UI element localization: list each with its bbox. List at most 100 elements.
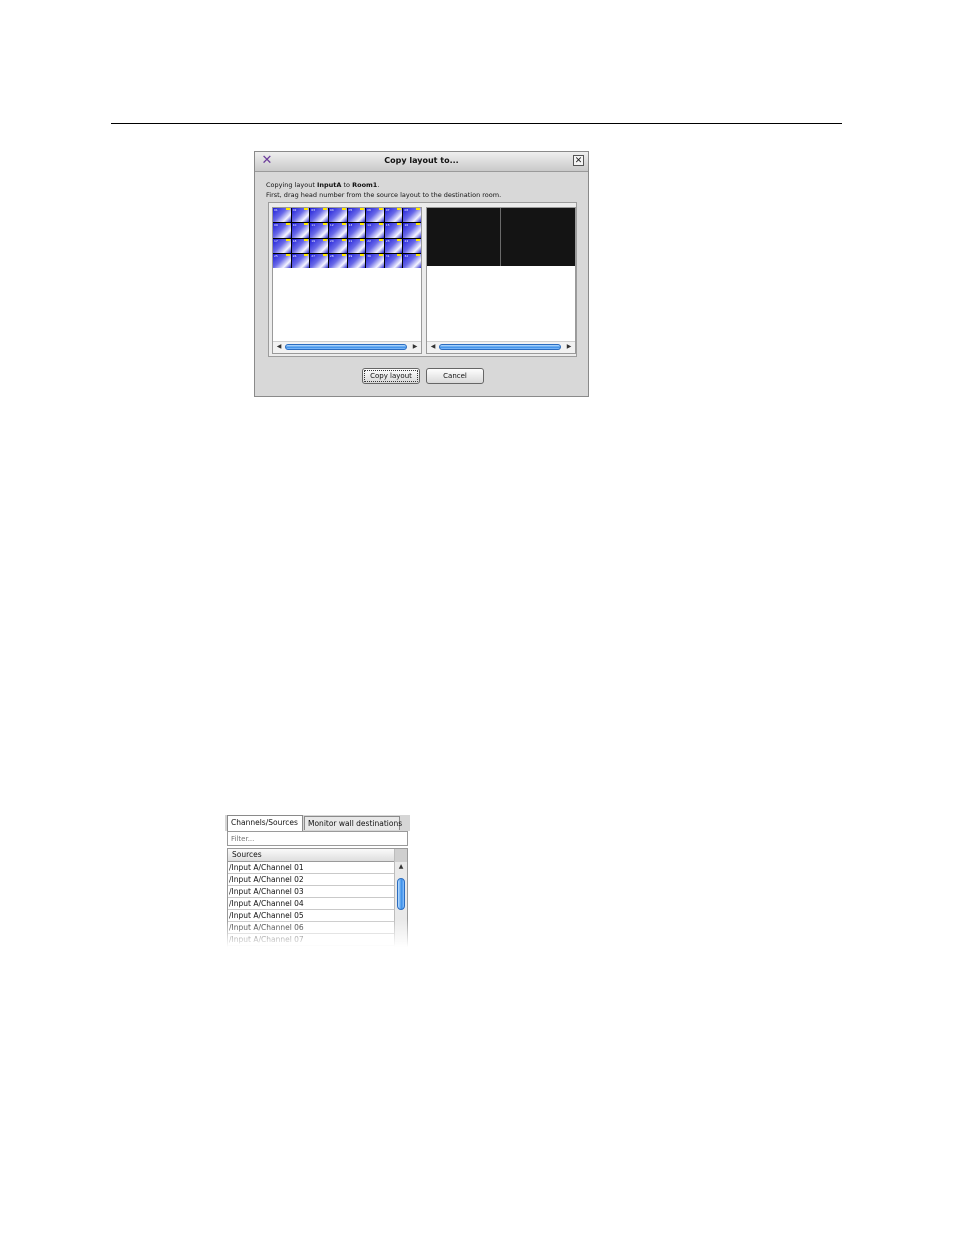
scroll-right-icon[interactable]: ▶ — [565, 343, 573, 351]
dialog-titlebar[interactable]: ✕ Copy layout to... ✕ — [255, 152, 588, 172]
scroll-up-icon[interactable]: ▲ — [397, 863, 405, 871]
room-name: Room1 — [352, 181, 378, 189]
list-item[interactable]: /Input A/Channel 06 — [228, 922, 394, 934]
filter-input[interactable] — [227, 831, 408, 846]
layout-tile[interactable]: 05 — [347, 208, 366, 223]
tile-marker-icon — [360, 208, 365, 210]
scroll-thumb[interactable] — [397, 878, 405, 910]
layout-tile[interactable]: 17 — [273, 238, 291, 253]
tile-head-number: 24 — [404, 238, 409, 243]
scroll-thumb[interactable] — [285, 344, 407, 350]
tile-head-number: 11 — [311, 223, 316, 228]
tile-head-number: 26 — [292, 253, 297, 258]
tile-marker-icon — [341, 253, 346, 256]
destination-room-pane[interactable]: ◀ ▶ — [426, 207, 576, 354]
tile-head-number: 22 — [367, 238, 371, 243]
copy-message: Copying layout InputA to Room1. — [266, 181, 380, 189]
layout-tile[interactable]: 12 — [328, 223, 347, 238]
list-item[interactable]: /Input A/Channel 07 — [228, 934, 394, 946]
tile-marker-icon — [397, 208, 402, 210]
vertical-scrollbar[interactable]: ▲ — [394, 849, 407, 947]
tile-marker-icon — [416, 238, 420, 241]
layout-tile[interactable]: 11 — [310, 223, 328, 238]
tile-head-number: 18 — [292, 238, 297, 243]
tile-head-number: 01 — [274, 208, 278, 212]
sources-list[interactable]: Sources /Input A/Channel 01 /Input A/Cha… — [227, 848, 408, 947]
tile-marker-icon — [322, 208, 327, 210]
copy-layout-button[interactable]: Copy layout — [362, 368, 420, 384]
layout-name: InputA — [316, 181, 342, 189]
tile-marker-icon — [341, 223, 346, 226]
tile-marker-icon — [322, 223, 327, 226]
tile-marker-icon — [322, 253, 327, 256]
layout-tile[interactable]: 26 — [291, 253, 310, 268]
layout-tile[interactable]: 27 — [310, 253, 328, 268]
layout-tile[interactable]: 09 — [273, 223, 291, 238]
source-layout-grid[interactable]: 01 02 03 04 05 06 07 08 09 10 11 12 13 14 15 16 17 18 19 20… — [273, 208, 421, 268]
source-layout-pane[interactable]: 01 02 03 04 05 06 07 08 09 10 11 12 13 14 15 16 17 18 19 20… — [272, 207, 422, 354]
monitor-divider — [500, 208, 501, 266]
tile-marker-icon — [285, 238, 290, 241]
list-item[interactable]: /Input A/Channel 01 — [228, 862, 394, 874]
tile-marker-icon — [360, 238, 365, 241]
layout-tile[interactable]: 08 — [403, 208, 421, 223]
destination-monitor-wall[interactable] — [427, 208, 575, 266]
scroll-thumb[interactable] — [439, 344, 561, 350]
layout-tile[interactable]: 25 — [273, 253, 291, 268]
scroll-right-icon[interactable]: ▶ — [411, 343, 419, 351]
scroll-left-icon[interactable]: ◀ — [275, 343, 283, 351]
tile-head-number: 19 — [311, 238, 316, 243]
list-item[interactable]: /Input A/Channel 05 — [228, 910, 394, 922]
layout-tile[interactable]: 07 — [384, 208, 403, 223]
layout-tile[interactable]: 18 — [291, 238, 310, 253]
tab-monitor-wall-destinations[interactable]: Monitor wall destinations — [304, 816, 402, 830]
layout-tile[interactable]: 03 — [310, 208, 328, 223]
layout-tile[interactable]: 06 — [366, 208, 384, 223]
tab-bar: Channels/Sources Monitor wall destinatio… — [225, 815, 410, 831]
tab-channels-sources[interactable]: Channels/Sources — [227, 815, 303, 831]
tile-marker-icon — [322, 238, 327, 241]
tile-head-number: 27 — [311, 253, 316, 258]
layout-tile[interactable]: 14 — [366, 223, 384, 238]
sources-column-header[interactable]: Sources — [228, 849, 394, 862]
layout-tile[interactable]: 31 — [384, 253, 403, 268]
layout-tile[interactable]: 22 — [366, 238, 384, 253]
layout-tile[interactable]: 16 — [403, 223, 421, 238]
instruction-text: First, drag head number from the source … — [266, 191, 502, 199]
sources-panel: Channels/Sources Monitor wall destinatio… — [225, 815, 410, 947]
layout-tile[interactable]: 30 — [366, 253, 384, 268]
layout-tile[interactable]: 01 — [273, 208, 291, 223]
list-item[interactable]: /Input A/Channel 03 — [228, 886, 394, 898]
tile-head-number: 28 — [329, 253, 334, 258]
layout-tile[interactable]: 13 — [347, 223, 366, 238]
close-icon[interactable]: ✕ — [573, 155, 584, 166]
tile-marker-icon — [304, 238, 309, 241]
tile-head-number: 32 — [404, 253, 409, 258]
tile-head-number: 06 — [367, 208, 371, 212]
destination-horizontal-scrollbar[interactable]: ◀ ▶ — [427, 341, 575, 353]
layout-tile[interactable]: 32 — [403, 253, 421, 268]
layout-tile[interactable]: 04 — [328, 208, 347, 223]
layout-tile[interactable]: 02 — [291, 208, 310, 223]
layout-tile[interactable]: 24 — [403, 238, 421, 253]
layout-tile[interactable]: 19 — [310, 238, 328, 253]
layout-tile[interactable]: 23 — [384, 238, 403, 253]
layout-tile[interactable]: 20 — [328, 238, 347, 253]
layout-tile[interactable]: 21 — [347, 238, 366, 253]
tile-head-number: 14 — [367, 223, 371, 228]
layout-tile[interactable]: 10 — [291, 223, 310, 238]
source-horizontal-scrollbar[interactable]: ◀ ▶ — [273, 341, 421, 353]
list-item[interactable]: /Input A/Channel 02 — [228, 874, 394, 886]
layout-tile[interactable]: 15 — [384, 223, 403, 238]
tile-head-number: 03 — [311, 208, 316, 212]
scroll-left-icon[interactable]: ◀ — [429, 343, 437, 351]
tile-head-number: 10 — [292, 223, 297, 228]
list-item[interactable]: /Input A/Channel 04 — [228, 898, 394, 910]
layout-tile[interactable]: 29 — [347, 253, 366, 268]
cancel-button[interactable]: Cancel — [426, 368, 484, 384]
tile-marker-icon — [304, 223, 309, 226]
tile-head-number: 30 — [367, 253, 371, 258]
layout-tile[interactable]: 28 — [328, 253, 347, 268]
tile-head-number: 31 — [385, 253, 390, 258]
tile-marker-icon — [341, 238, 346, 241]
